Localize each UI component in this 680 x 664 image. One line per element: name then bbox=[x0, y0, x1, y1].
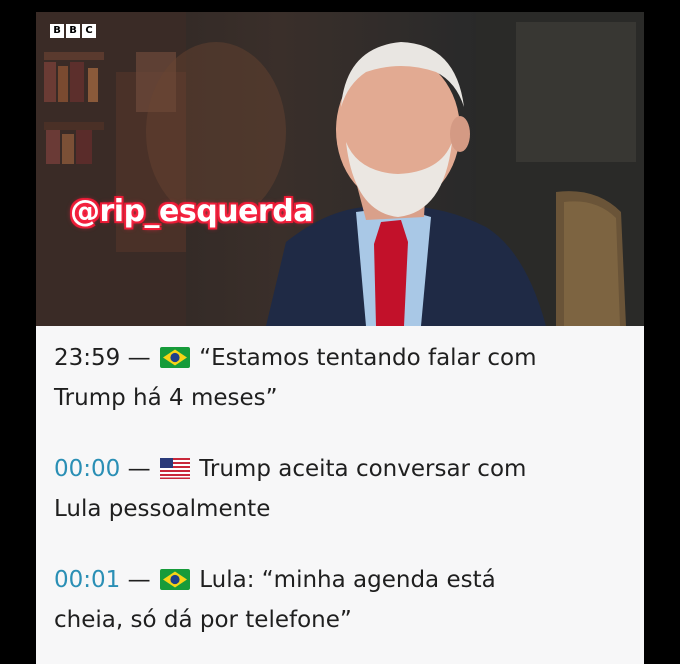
video-frame[interactable]: B B C @rip_esquerda bbox=[36, 12, 644, 326]
watermark-handle: @rip_esquerda bbox=[70, 194, 313, 229]
timeline-entry: 00:00 — Trump aceita conversar com Lula … bbox=[54, 451, 634, 528]
post-card: B B C @rip_esquerda 23:59 — “Estamos ten… bbox=[36, 12, 644, 664]
entry-text-line1: Trump aceita conversar com bbox=[199, 456, 527, 482]
bbc-logo-letter: B bbox=[66, 24, 80, 38]
timeline-entry: 23:59 — “Estamos tentando falar com Trum… bbox=[54, 340, 634, 417]
entry-separator: — bbox=[127, 456, 151, 482]
entry-text-line2: cheia, só dá por telefone” bbox=[54, 607, 352, 633]
brazil-flag-icon bbox=[159, 343, 190, 380]
entry-time: 00:00 bbox=[54, 456, 121, 482]
bbc-logo-letter: C bbox=[82, 24, 96, 38]
entry-time: 23:59 bbox=[54, 345, 121, 371]
interview-scene bbox=[36, 12, 644, 326]
bbc-logo: B B C bbox=[50, 24, 96, 38]
entry-text-line2: Lula pessoalmente bbox=[54, 496, 271, 522]
post-text: 23:59 — “Estamos tentando falar com Trum… bbox=[54, 340, 634, 664]
entry-separator: — bbox=[127, 567, 151, 593]
brazil-flag-icon bbox=[159, 565, 190, 602]
entry-text-line1: “Estamos tentando falar com bbox=[199, 345, 537, 371]
entry-text-line2: Trump há 4 meses” bbox=[54, 385, 278, 411]
entry-text-line1: Lula: “minha agenda está bbox=[199, 567, 496, 593]
usa-flag-icon bbox=[159, 454, 190, 491]
bbc-logo-letter: B bbox=[50, 24, 64, 38]
timeline-entry: 00:01 — Lula: “minha agenda está cheia, … bbox=[54, 562, 634, 639]
entry-time: 00:01 bbox=[54, 567, 121, 593]
entry-separator: — bbox=[127, 345, 151, 371]
